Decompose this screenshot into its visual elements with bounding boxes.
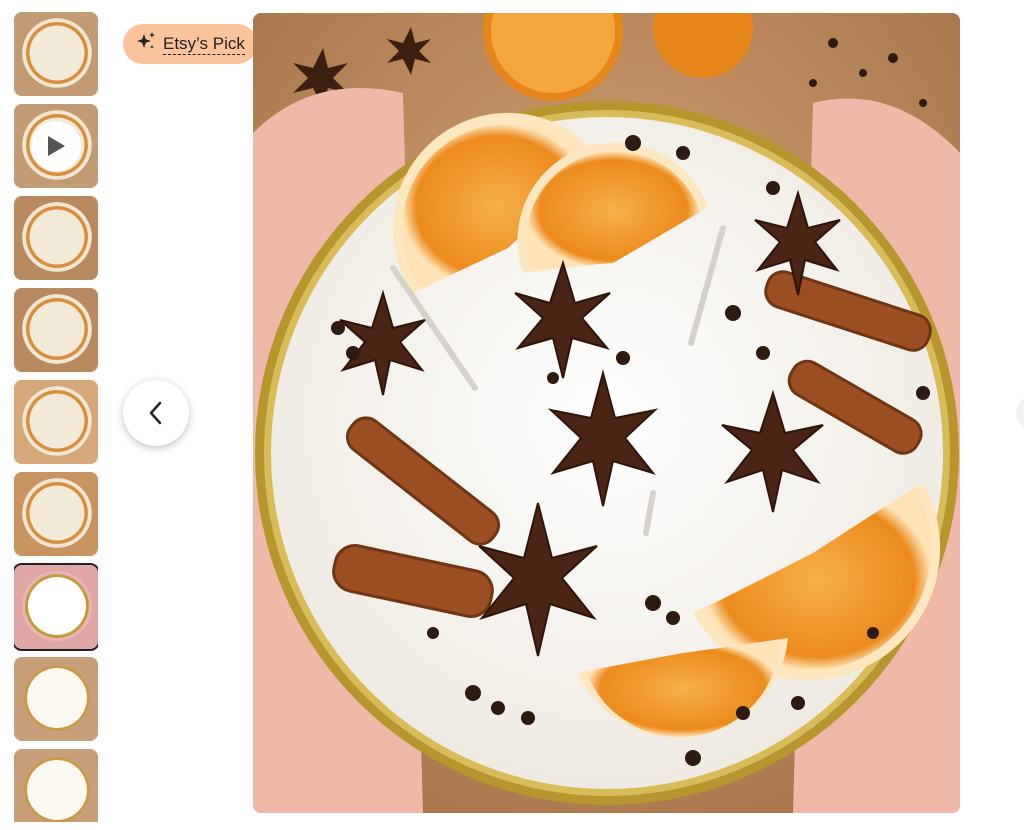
thumbnail-6[interactable] bbox=[14, 472, 98, 556]
thumbnail-1[interactable] bbox=[14, 12, 98, 96]
next-image-button[interactable] bbox=[1016, 395, 1024, 431]
main-product-image[interactable] bbox=[253, 13, 960, 813]
play-icon bbox=[31, 121, 81, 171]
etsys-pick-badge[interactable]: Etsy’s Pick bbox=[123, 24, 257, 64]
thumbnail-image bbox=[22, 386, 92, 456]
thumbnail-image bbox=[22, 202, 92, 272]
badge-label: Etsy’s Pick bbox=[163, 33, 245, 55]
thumbnail-image bbox=[22, 755, 92, 822]
thumbnail-image bbox=[22, 478, 92, 548]
sparkles-icon bbox=[135, 31, 157, 58]
thumbnail-7-active[interactable] bbox=[14, 563, 98, 651]
previous-image-button[interactable] bbox=[123, 380, 189, 446]
thumbnail-4[interactable] bbox=[14, 288, 98, 372]
thumbnail-rail bbox=[14, 12, 98, 822]
candle-photo bbox=[253, 13, 960, 813]
thumbnail-image bbox=[22, 294, 92, 364]
thumbnail-3[interactable] bbox=[14, 196, 98, 280]
thumbnail-image bbox=[22, 18, 92, 88]
thumbnail-5[interactable] bbox=[14, 380, 98, 464]
thumbnail-image bbox=[22, 571, 92, 641]
chevron-left-icon bbox=[149, 401, 162, 425]
thumbnail-8[interactable] bbox=[14, 657, 98, 741]
thumbnail-2-video[interactable] bbox=[14, 104, 98, 188]
thumbnail-9[interactable] bbox=[14, 749, 98, 822]
thumbnail-image bbox=[22, 663, 92, 733]
